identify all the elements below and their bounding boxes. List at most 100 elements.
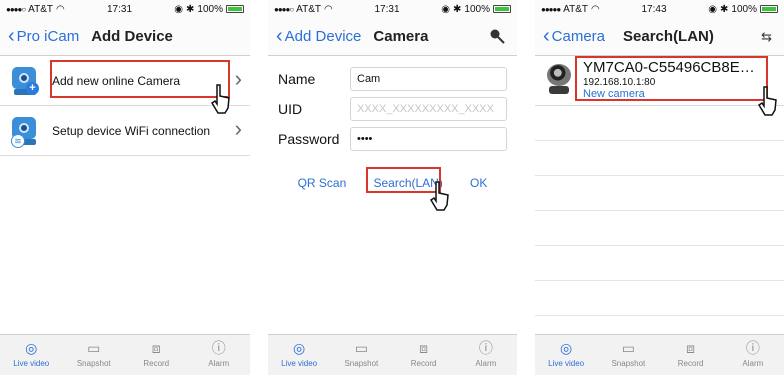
page-title: Add Device (91, 28, 173, 45)
snapshot-icon: ▭ (87, 339, 101, 356)
alarm-status-icon: ◉ (174, 3, 184, 15)
battery-percent: 100% (731, 3, 757, 15)
battery-icon (226, 5, 244, 13)
bluetooth-icon: ✱ (453, 3, 462, 15)
snapshot-icon: ▭ (354, 339, 368, 356)
tab-snapshot[interactable]: ▭ Snapshot (69, 338, 119, 369)
tab-label: Record (410, 359, 437, 368)
cursor-pointer-icon (757, 86, 779, 121)
chevron-right-icon: › (234, 66, 242, 91)
empty-list-row (535, 211, 784, 246)
wifi-icon: ◠ (56, 3, 65, 15)
tab-alarm[interactable]: ⓘ Alarm (194, 338, 244, 368)
signal-icon: ●●●●● (541, 4, 561, 14)
tab-live-video[interactable]: ◎ Live video (6, 338, 56, 369)
wifi-icon: ◠ (591, 3, 600, 15)
ok-button[interactable]: OK (470, 176, 487, 190)
empty-list-row (535, 246, 784, 281)
tab-record[interactable]: ⧈ Record (666, 338, 716, 369)
back-button[interactable]: ‹ Add Device (276, 24, 362, 47)
tab-label: Live video (281, 359, 318, 368)
chevron-left-icon: ‹ (8, 24, 15, 47)
bluetooth-icon: ✱ (186, 3, 195, 15)
tab-label: Alarm (742, 359, 764, 368)
tab-label: Record (677, 359, 704, 368)
alarm-icon: ⓘ (745, 340, 760, 356)
battery-icon (760, 5, 778, 13)
phone-screen-add-device: ●●●●○ AT&T ◠ 17:31 ◉ ✱ 100% ‹ Pro iCam A… (0, 0, 250, 375)
status-bar: ●●●●● AT&T ◠ 17:43 ◉ ✱ 100% (535, 0, 784, 18)
carrier-label: AT&T (296, 3, 321, 15)
battery-icon (493, 5, 511, 13)
empty-list-row (535, 176, 784, 211)
status-time: 17:31 (107, 3, 133, 15)
signal-icon: ●●●●○ (6, 4, 26, 14)
record-icon: ⧈ (686, 339, 696, 356)
tab-label: Alarm (208, 359, 230, 368)
tab-alarm[interactable]: ⓘ Alarm (461, 338, 511, 368)
name-field[interactable] (350, 67, 507, 91)
back-button[interactable]: ‹ Pro iCam (8, 24, 79, 47)
live-video-icon: ◎ (293, 339, 306, 356)
signal-icon: ●●●●○ (274, 4, 294, 14)
qr-scan-button[interactable]: QR Scan (298, 176, 347, 190)
uid-label: UID (278, 101, 303, 117)
tab-live-video[interactable]: ◎ Live video (541, 338, 591, 369)
tab-label: Live video (548, 359, 585, 368)
back-button[interactable]: ‹ Camera (543, 24, 606, 47)
uid-field[interactable] (350, 97, 507, 121)
page-title: Search(LAN) (623, 28, 714, 45)
bluetooth-icon: ✱ (720, 3, 729, 15)
tab-label: Snapshot (76, 359, 111, 368)
cursor-pointer-icon (210, 84, 232, 119)
password-field[interactable] (350, 127, 507, 151)
webcam-icon (545, 64, 573, 98)
carrier-label: AT&T (563, 3, 588, 15)
tab-record[interactable]: ⧈ Record (131, 338, 181, 369)
battery-percent: 100% (197, 3, 223, 15)
phone-screen-camera: ●●●●○ AT&T ◠ 17:31 ◉ ✱ 100% ‹ Add Device… (268, 0, 517, 375)
tab-alarm[interactable]: ⓘ Alarm (728, 338, 778, 368)
tab-live-video[interactable]: ◎ Live video (274, 338, 324, 369)
tab-snapshot[interactable]: ▭ Snapshot (336, 338, 386, 369)
wifi-icon: ◠ (324, 3, 333, 15)
refresh-icon[interactable]: ⇆ (761, 29, 772, 45)
chevron-left-icon: ‹ (543, 24, 550, 47)
tab-label: Record (143, 359, 170, 368)
camera-form: Name UID Password (268, 56, 517, 154)
live-video-icon: ◎ (560, 339, 573, 356)
tab-label: Snapshot (611, 359, 646, 368)
list-item-label: Setup device WiFi connection (52, 123, 211, 138)
nav-bar: ‹ Pro iCam Add Device (0, 18, 250, 56)
chevron-right-icon: › (234, 116, 242, 141)
highlight-box (575, 56, 768, 101)
highlight-box (50, 60, 230, 98)
search-icon[interactable] (489, 28, 505, 48)
nav-bar: ‹ Add Device Camera (268, 18, 517, 56)
tab-bar: ◎ Live video ▭ Snapshot ⧈ Record ⓘ Alarm (268, 334, 517, 375)
tab-bar: ◎ Live video ▭ Snapshot ⧈ Record ⓘ Alarm (535, 334, 784, 375)
page-title: Camera (373, 28, 429, 45)
snapshot-icon: ▭ (621, 339, 635, 356)
back-label: Camera (551, 28, 606, 45)
camera-add-icon: + (10, 64, 42, 98)
status-time: 17:31 (374, 3, 400, 15)
phone-screen-search-lan: ●●●●● AT&T ◠ 17:43 ◉ ✱ 100% ‹ Camera Sea… (535, 0, 784, 375)
empty-list-row (535, 106, 784, 141)
status-bar: ●●●●○ AT&T ◠ 17:31 ◉ ✱ 100% (0, 0, 250, 18)
camera-wifi-icon: ≋ (10, 114, 42, 148)
tab-label: Snapshot (344, 359, 379, 368)
alarm-status-icon: ◉ (441, 3, 451, 15)
alarm-status-icon: ◉ (708, 3, 718, 15)
tab-label: Alarm (475, 359, 497, 368)
tab-record[interactable]: ⧈ Record (399, 338, 449, 369)
carrier-label: AT&T (28, 3, 53, 15)
tab-bar: ◎ Live video ▭ Snapshot ⧈ Record ⓘ Alarm (0, 334, 250, 375)
tab-snapshot[interactable]: ▭ Snapshot (603, 338, 653, 369)
alarm-icon: ⓘ (478, 340, 493, 356)
record-icon: ⧈ (151, 339, 161, 356)
back-label: Add Device (284, 28, 362, 45)
chevron-left-icon: ‹ (276, 24, 283, 47)
status-bar: ●●●●○ AT&T ◠ 17:31 ◉ ✱ 100% (268, 0, 517, 18)
nav-bar: ‹ Camera Search(LAN) ⇆ (535, 18, 784, 56)
